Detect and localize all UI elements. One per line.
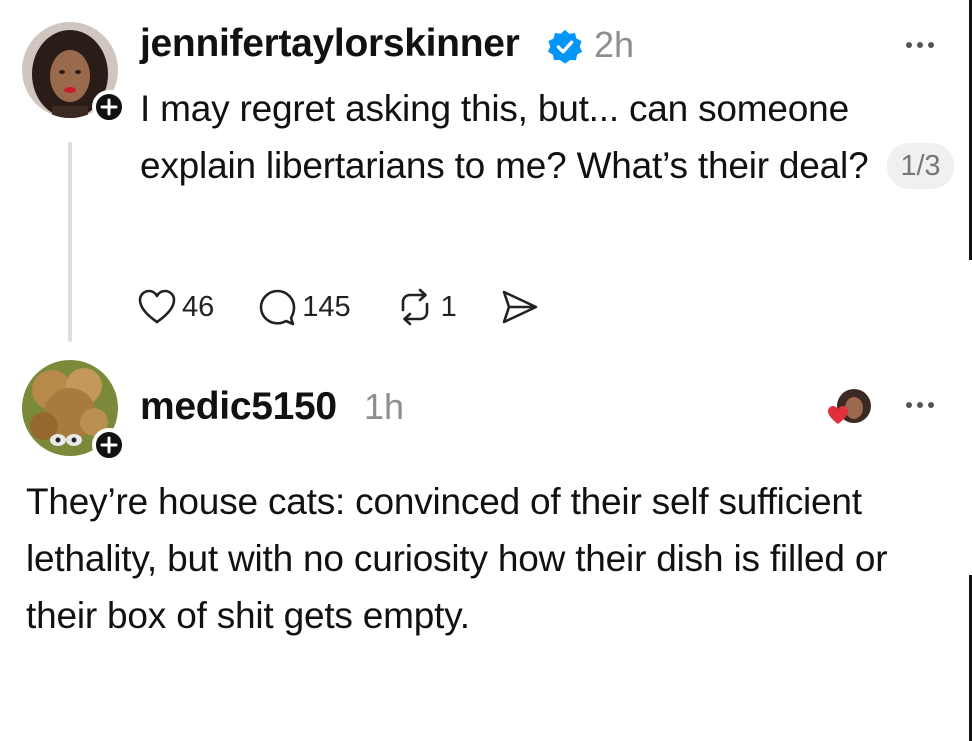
more-options-icon — [906, 402, 912, 408]
more-options-button[interactable] — [895, 30, 945, 60]
like-count: 46 — [182, 290, 215, 323]
more-dot — [928, 42, 934, 48]
reply-button[interactable]: 145 — [258, 288, 351, 326]
post-text: I may regret asking this, but... can som… — [140, 88, 869, 186]
repost-count: 1 — [440, 290, 457, 323]
follow-button[interactable] — [92, 428, 126, 462]
more-options-button[interactable] — [895, 390, 945, 420]
post-timestamp: 1h — [364, 386, 405, 427]
plus-icon — [100, 98, 118, 116]
thread-connector-line — [68, 142, 72, 342]
repost-icon — [401, 288, 428, 326]
verified-badge-icon — [547, 29, 583, 64]
post-timestamp: 2h — [594, 24, 635, 65]
like-button[interactable]: 46 — [138, 289, 214, 325]
thread-counter-pill[interactable]: 1/3 — [886, 143, 955, 189]
more-dot — [928, 402, 934, 408]
avatar[interactable] — [22, 360, 126, 462]
more-options-icon — [906, 42, 912, 48]
plus-icon — [100, 436, 118, 454]
follow-button[interactable] — [92, 90, 126, 124]
username[interactable]: jennifertaylorskinner — [140, 22, 520, 66]
comment-icon — [259, 289, 296, 326]
post-actions: 46 145 1 — [138, 282, 583, 332]
username[interactable]: medic5150 — [140, 385, 337, 429]
more-dot — [917, 402, 923, 408]
repost-button[interactable]: 1 — [395, 288, 457, 326]
post-body: I may regret asking this, but... can som… — [140, 80, 960, 194]
liked-by-author-indicator — [826, 386, 874, 430]
heart-icon — [138, 289, 176, 324]
thread-post: jennifertaylorskinner 2h I may regret as… — [0, 0, 972, 350]
more-dot — [917, 42, 923, 48]
reply-count: 145 — [302, 290, 351, 323]
post-body: They’re house cats: convinced of their s… — [26, 481, 888, 636]
author-liked-avatar-icon — [828, 389, 871, 424]
share-button[interactable] — [501, 289, 539, 325]
send-icon — [502, 290, 538, 324]
avatar[interactable] — [22, 22, 126, 124]
